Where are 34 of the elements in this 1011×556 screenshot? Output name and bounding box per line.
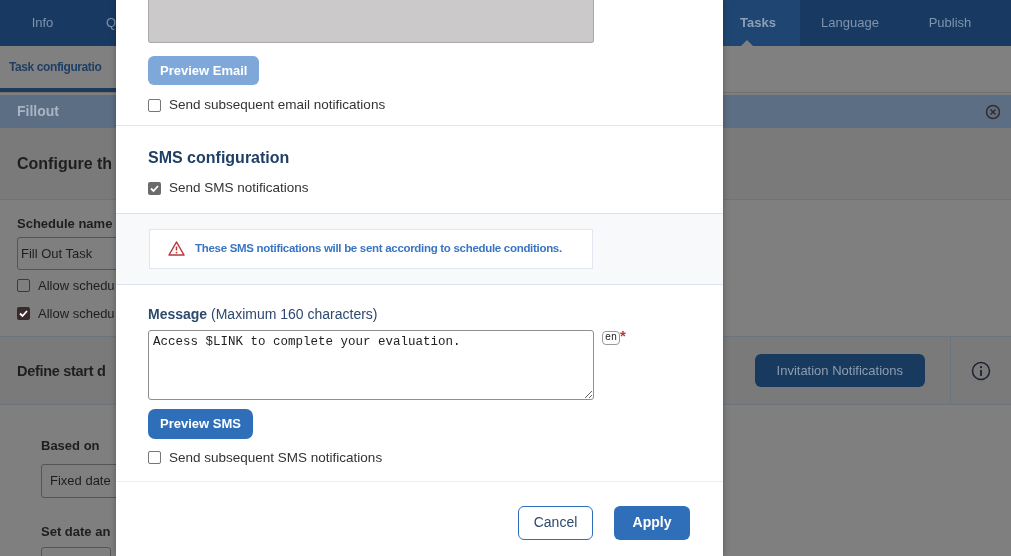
section-heading: Define start d [17,362,106,379]
warning-icon [168,241,185,256]
nav-tab[interactable]: Publish [900,0,1000,46]
checkbox-label: Send subsequent email notifications [169,96,386,114]
checkbox-label: Send SMS notifications [169,179,309,198]
checkbox[interactable] [148,181,161,195]
message-field[interactable]: Access $LINK to complete your evaluation. [148,329,594,400]
field-label: Schedule name [17,215,114,233]
preview-sms-button[interactable]: Preview SMS [148,408,253,439]
apply-button[interactable]: Apply [614,505,690,540]
nav-tab[interactable]: Q [85,0,117,46]
required-mark: * [620,329,626,342]
field-label: Based on [41,437,100,455]
info-icon[interactable] [971,360,991,381]
section-heading: Configure th [17,153,113,174]
section-heading: SMS configuration [148,148,291,169]
checkbox-label: Allow schedu [38,304,115,323]
checkbox[interactable] [17,306,30,320]
checkbox[interactable] [148,451,161,465]
checkbox[interactable] [148,98,161,112]
message-label: Message (Maximum 160 characters) [148,304,379,324]
nav-tab[interactable]: Language [800,0,900,46]
alert-text: These SMS notifications will be sent according to schedule conditions. [195,240,562,256]
panel-title: Fillout [17,102,59,121]
checkbox-label: Allow schedu [38,277,115,295]
cancel-button[interactable]: Cancel [518,505,593,540]
language-badge[interactable]: en [602,330,620,345]
close-icon[interactable] [985,103,1001,120]
checkbox[interactable] [17,279,30,293]
invitation-notifications-button[interactable]: Invitation Notifications [754,354,925,387]
field-label: Set date an [41,522,111,541]
nav-tab[interactable]: Info [0,0,85,46]
subnav-tab[interactable]: Task configuratio [9,58,102,76]
checkbox-label: Send subsequent SMS notifications [169,448,383,467]
